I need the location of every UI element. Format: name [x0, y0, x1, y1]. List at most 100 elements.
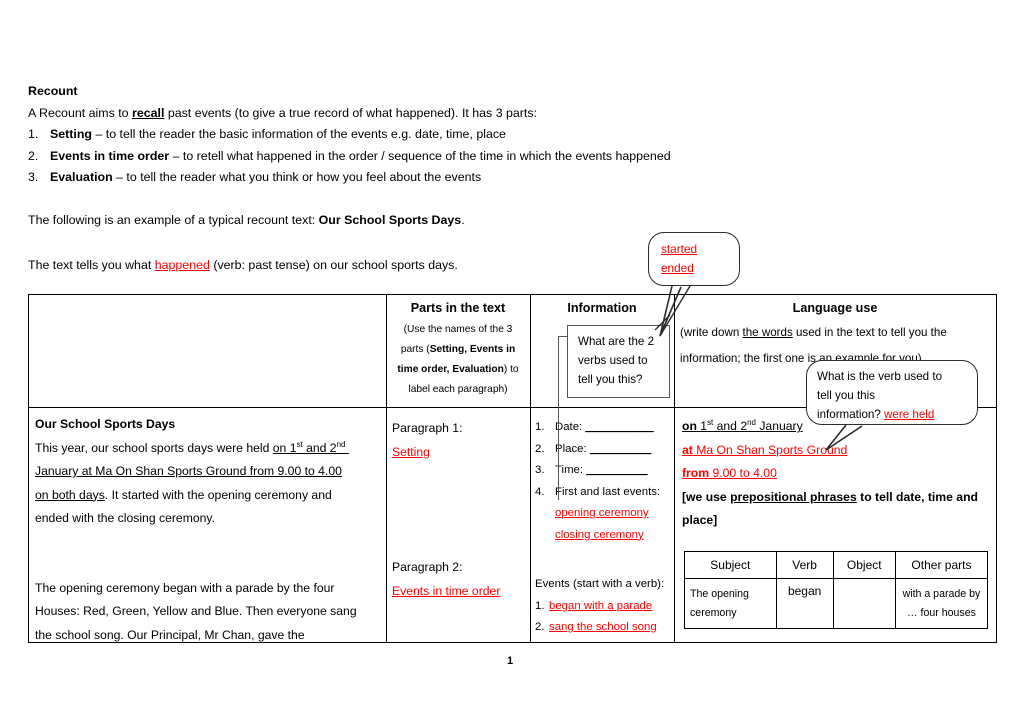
- header-sub-parts-l3: time order, Evaluation) to: [386, 360, 530, 380]
- verbs-callout-text: started ended: [649, 233, 739, 285]
- recount-text-line-1: This year, our school sports days were h…: [35, 437, 378, 461]
- event-item: 1. began with a parade: [535, 596, 670, 618]
- recount-text-line-2: January at Ma On Shan Sports Ground from…: [35, 460, 378, 484]
- info-item-number: 2.: [535, 442, 545, 455]
- verb-question-line-3: information? were held: [817, 405, 967, 424]
- lang-prep-phrases: prepositional phrases: [730, 489, 857, 504]
- document-page: Recount A Recount aims to recall past ev…: [0, 0, 1020, 720]
- information-column: 1. Date: __________ 2. Place: _________ 3.…: [530, 417, 674, 642]
- paragraph-1-label: Paragraph 1:: [392, 421, 463, 435]
- list-item-term: Setting: [50, 127, 92, 141]
- info-item-blank[interactable]: _________: [590, 443, 652, 455]
- grammar-subject-l1: The opening: [690, 587, 749, 600]
- event-item-value: sang the school song: [549, 621, 657, 633]
- two-verbs-line-3: tell you this?: [578, 373, 643, 386]
- info-sub-closing: closing ceremony: [555, 528, 644, 541]
- info-item-blank[interactable]: _________: [586, 464, 648, 476]
- r1-and2: and 2: [302, 440, 337, 455]
- info-item: 1. Date: __________: [535, 417, 670, 439]
- list-item-number: 3.: [28, 170, 39, 184]
- recount-text-title: Our School Sports Days: [35, 417, 176, 431]
- r1-t3b: . It started with the opening ceremony a…: [104, 487, 332, 502]
- parts-sub-a: parts (: [400, 344, 430, 355]
- list-item-description: – to retell what happened in the order /…: [169, 148, 671, 163]
- lang-line-4: [we use prepositional phrases to tell da…: [682, 486, 988, 510]
- r1-t1b: on 1st and 2nd: [273, 440, 349, 455]
- tells-sentence: The text tells you what happened (verb: …: [28, 255, 458, 277]
- lang-sup-nd: nd: [747, 417, 756, 427]
- list-item: 3. Evaluation – to tell the reader what y…: [28, 167, 758, 189]
- grammar-other-l2: … four houses: [906, 606, 976, 619]
- r1-t2b: at Ma On Shan Sports Ground: [78, 464, 247, 478]
- header-title-parts: Parts in the text: [410, 301, 506, 315]
- lang-l3b: 9.00 to 4.00: [709, 466, 777, 480]
- lang-prep-from: from: [682, 466, 710, 480]
- lang-l4a: [we use: [682, 489, 731, 504]
- lang-prep-at: at: [682, 442, 693, 457]
- recount-text-line-4: ended with the closing ceremony.: [35, 511, 215, 525]
- paragraph-2-label: Paragraph 2:: [392, 560, 463, 574]
- r1-t1a: This year, our school sports days were h…: [35, 440, 273, 455]
- list-item: 2. Events in time order – to retell what …: [28, 146, 758, 168]
- info-item-number: 4.: [535, 485, 545, 498]
- example-sentence: The following is an example of a typical…: [28, 210, 465, 232]
- recount-text-line-3: on both days. It started with the openin…: [35, 484, 378, 508]
- lang-sub-c: used in the text to tell you the: [792, 326, 947, 339]
- event-item-number: 1.: [535, 599, 545, 612]
- grammar-header-row: Subject Verb Object Other parts: [684, 551, 989, 579]
- event-item-value: began with a parade: [549, 599, 653, 612]
- verb-question-callout-text: What is the verb used to tell you this i…: [807, 361, 977, 430]
- grammar-cell-subject: The opening ceremony: [684, 578, 777, 629]
- grammar-other-l1: with a parade by: [902, 587, 981, 600]
- r1-t3a: on both days: [35, 487, 105, 502]
- grammar-header-subject: Subject: [684, 551, 777, 579]
- parts-sub-bold-1: Setting, Events in: [429, 344, 516, 355]
- header-sub-language-l1: (write down the words used in the text t…: [680, 320, 990, 346]
- paragraph-1-value: Setting: [392, 444, 430, 459]
- verbs-callout-bubble: started ended: [648, 232, 740, 286]
- list-item-term: Evaluation: [50, 170, 113, 184]
- parts-column: Paragraph 1: Setting Paragraph 2: Events…: [386, 417, 530, 642]
- list-item-term: Events in time order: [50, 148, 170, 163]
- tells-text-a: The text tells you what: [28, 258, 155, 272]
- header-sub-parts-l4: label each paragraph): [408, 384, 508, 395]
- intro-text-a: A Recount aims to: [28, 105, 132, 120]
- tells-text-c: (verb: past tense) on our school sports …: [209, 258, 458, 272]
- grammar-data-row: The opening ceremony began with a parade…: [684, 578, 989, 629]
- recount-text-p2-line-3: the school song. Our Principal, Mr Chan,…: [35, 627, 305, 642]
- two-verbs-callout-box: What are the 2 verbs used to tell you th…: [567, 325, 670, 398]
- r1-trail: [345, 441, 348, 455]
- two-verbs-line-1: What are the 2: [578, 335, 655, 348]
- example-title: Our School Sports Days: [318, 213, 462, 227]
- info-item-blank[interactable]: __________: [585, 421, 653, 433]
- list-item-number: 1.: [28, 127, 39, 141]
- example-text-c: .: [461, 213, 465, 227]
- verbs-callout-line-1: started: [661, 242, 698, 256]
- info-item: 4. First and last events:: [535, 482, 670, 504]
- lang-l1b: 1: [696, 419, 708, 433]
- info-item-number: 1.: [535, 421, 545, 433]
- recount-text-column: Our School Sports Days This year, our sc…: [29, 411, 386, 642]
- info-item-number: 3.: [535, 464, 545, 476]
- example-text-a: The following is an example of a typical…: [28, 213, 319, 227]
- tells-happened-emphasis: happened: [154, 258, 210, 272]
- intro-block: Recount A Recount aims to recall past ev…: [28, 81, 758, 189]
- two-verbs-line-2: verbs used to: [578, 354, 648, 367]
- grammar-cell-object: [832, 578, 896, 629]
- grammar-header-object: Object: [832, 551, 896, 579]
- header-cell-text: [29, 295, 386, 407]
- two-verbs-callout-text: What are the 2 verbs used to tell you th…: [568, 326, 669, 395]
- parts-sub-bold-2: time order, Evaluation: [397, 364, 504, 375]
- intro-sentence: A Recount aims to recall past events (to…: [28, 103, 758, 125]
- header-title-language: Language use: [792, 301, 878, 315]
- list-item: 1. Setting – to tell the reader the basic…: [28, 124, 758, 146]
- grammar-subject-l2: ceremony: [690, 606, 737, 619]
- page-number: 1: [506, 655, 514, 667]
- grammar-breakdown-table: Subject Verb Object Other parts The open…: [684, 551, 989, 629]
- intro-recall-emphasis: recall: [132, 105, 165, 120]
- list-item-description: – to tell the reader what you think or h…: [112, 170, 482, 184]
- lang-l1d: January: [755, 419, 803, 433]
- header-sub-parts-l2: parts (Setting, Events in: [386, 340, 530, 360]
- verb-question-line-3-a: information?: [817, 408, 885, 421]
- verb-question-line-2: tell you this: [817, 389, 875, 402]
